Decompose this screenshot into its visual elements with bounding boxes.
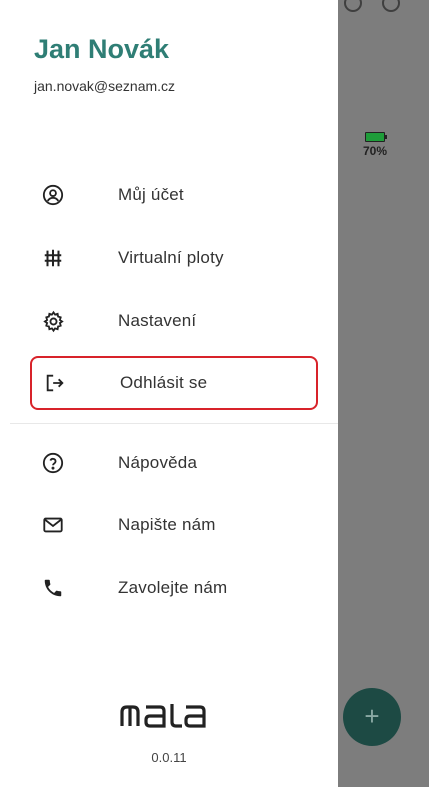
menu-divider (10, 423, 338, 424)
menu-item-my-account[interactable]: Můj účet (30, 171, 318, 219)
menu-item-label: Můj účet (118, 185, 184, 204)
notification-icon (382, 0, 400, 12)
user-name: Jan Novák (34, 34, 170, 64)
menu-item-virtual-fences[interactable]: Virtualní ploty (30, 234, 318, 282)
app-version: 0.0.11 (151, 750, 187, 765)
gear-icon (36, 304, 70, 338)
battery-indicator: 70% (362, 132, 388, 158)
battery-icon (365, 132, 387, 142)
navigation-drawer: Jan Novák jan.novak@seznam.cz Můj účet V… (0, 0, 338, 787)
menu-item-call-us[interactable]: Zavolejte nám (30, 564, 318, 612)
menu-item-settings[interactable]: Nastavení (30, 297, 318, 345)
menu-item-label: Zavolejte nám (118, 578, 228, 597)
menu-item-label: Nastavení (118, 311, 197, 330)
logout-icon (38, 366, 72, 400)
mala-logo (118, 702, 228, 728)
fence-icon (36, 241, 70, 275)
menu-item-write-us[interactable]: Napište nám (30, 501, 318, 549)
background-toolbar (338, 0, 429, 14)
add-fab-button[interactable]: + (343, 688, 401, 746)
menu-item-label: Napište nám (118, 515, 216, 534)
mail-icon (36, 508, 70, 542)
phone-icon (36, 571, 70, 605)
user-email: jan.novak@seznam.cz (34, 78, 176, 94)
settings-icon (344, 0, 362, 12)
help-circle-icon (36, 446, 70, 480)
menu-item-label: Odhlásit se (120, 373, 208, 392)
menu-item-label: Nápověda (118, 453, 198, 472)
battery-percent: 70% (362, 144, 388, 158)
account-circle-icon (36, 178, 70, 212)
menu-item-logout[interactable]: Odhlásit se (30, 356, 318, 410)
menu-item-help[interactable]: Nápověda (30, 439, 318, 487)
menu-item-label: Virtualní ploty (118, 248, 224, 267)
